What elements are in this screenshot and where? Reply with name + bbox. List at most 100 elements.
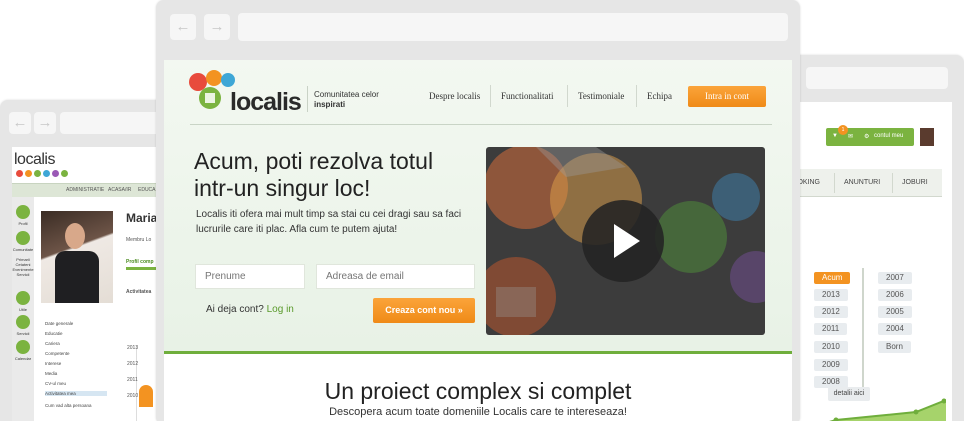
nav-item[interactable]: ADMINISTRATIE — [66, 187, 104, 193]
tab-joburi[interactable]: JOBURI — [902, 179, 928, 186]
services-icon[interactable] — [16, 315, 30, 329]
year-item[interactable]: Born — [878, 341, 911, 353]
year-item[interactable]: 2007 — [878, 272, 912, 284]
forward-arrow-icon[interactable]: → — [34, 112, 56, 134]
sidebar-label: Calendar — [14, 356, 32, 361]
menu-item[interactable]: Media — [45, 371, 57, 376]
sidebar-label: Servicii — [16, 331, 30, 336]
divider — [307, 86, 308, 112]
back-right-page: ▼ ✉ ⚙ contul meu 1 OOKING ANUNTURI JOBUR… — [792, 102, 952, 421]
timeline-divider — [862, 268, 864, 388]
tagline-bold: inspirati — [314, 100, 346, 109]
sidebar-label: Profil — [18, 221, 28, 226]
sidebar-label: Primarii Cetateni Evenimente Servicii — [12, 257, 34, 277]
year-tick: 2012 — [127, 361, 139, 367]
year-item[interactable]: 2006 — [878, 289, 912, 301]
hero-headline: Acum, poti rezolva totul intr-un singur … — [194, 148, 484, 202]
notification-badge: 1 — [838, 125, 848, 135]
year-tick: 2010 — [127, 393, 139, 399]
divider — [490, 85, 491, 107]
activity-label: Activitatea — [126, 289, 152, 295]
year-item[interactable]: 2011 — [814, 323, 848, 335]
headline-line: Acum, poti rezolva totul — [194, 148, 434, 174]
tagline: Comunitatea celor — [314, 90, 379, 99]
year-item[interactable]: 2005 — [878, 306, 912, 318]
nav-item[interactable]: EDUCA — [138, 187, 156, 193]
year-item[interactable]: 2010 — [814, 341, 848, 353]
calendar-icon[interactable] — [16, 340, 30, 354]
header-divider — [190, 124, 772, 125]
activity-line-chart — [829, 398, 946, 421]
menu-item[interactable]: Educatie — [45, 331, 63, 336]
screenshot-stage: ← → localis ADMINISTRATIE ACASA/IR EDUCA… — [0, 0, 964, 421]
year-tick: 2011 — [127, 377, 138, 383]
profile-complete: Profil comp — [126, 259, 154, 265]
first-name-field[interactable] — [195, 264, 305, 289]
back-left-page: localis ADMINISTRATIE ACASA/IR EDUCA Pro… — [12, 147, 180, 421]
nav-echipa[interactable]: Echipa — [647, 91, 672, 101]
logo-dots — [16, 170, 68, 177]
menu-item[interactable]: CV-ul meu — [45, 381, 66, 386]
notification-icon[interactable]: ▼ — [832, 133, 838, 139]
site-logo[interactable]: localis — [14, 151, 55, 169]
create-account-button[interactable]: Creaza cont nou » — [373, 298, 475, 323]
video-player[interactable] — [486, 147, 765, 335]
play-icon[interactable] — [582, 200, 664, 282]
back-right-browser: ▼ ✉ ⚙ contul meu 1 OOKING ANUNTURI JOBUR… — [792, 55, 964, 421]
nav-despre[interactable]: Despre localis — [429, 91, 480, 101]
front-browser: ← → localis Comunitatea celor inspirati … — [156, 0, 800, 421]
logo-text: localis — [230, 88, 302, 116]
nav-testimoniale[interactable]: Testimoniale — [578, 91, 624, 101]
community-icon[interactable] — [16, 231, 30, 245]
section-title: Un proiect complex si complet — [324, 378, 632, 404]
back-left-browser: ← → localis ADMINISTRATIE ACASA/IR EDUCA… — [0, 100, 180, 421]
hero-underline — [164, 351, 792, 354]
headline-line: intr-un singur loc! — [194, 175, 371, 201]
divider — [636, 85, 637, 107]
tools-icon[interactable] — [16, 291, 30, 305]
address-bar[interactable] — [806, 67, 948, 89]
back-arrow-icon[interactable]: ← — [9, 112, 31, 134]
menu-item[interactable]: Cariera — [45, 341, 60, 346]
sidebar-label: Utile — [18, 307, 27, 312]
login-prompt: Ai deja cont? Log in — [206, 304, 294, 315]
mail-icon[interactable]: ✉ — [848, 133, 853, 140]
login-button[interactable]: Intra in cont — [688, 86, 766, 107]
forward-arrow-icon[interactable]: → — [204, 14, 230, 40]
year-item-active[interactable]: Acum — [814, 272, 851, 284]
already-account-text: Ai deja cont? — [206, 304, 264, 315]
address-bar[interactable] — [60, 112, 170, 134]
divider — [567, 85, 568, 107]
menu-item[interactable]: Cum vad alta persoana — [45, 403, 92, 408]
login-link[interactable]: Log in — [267, 304, 294, 315]
year-tick: 2013 — [127, 345, 139, 351]
section-subtitle: Descopera acum toate domeniile Localis c… — [329, 406, 627, 418]
year-item[interactable]: 2004 — [878, 323, 912, 335]
member-text: Membru Lo — [126, 237, 152, 243]
menu-item[interactable]: Interese — [45, 361, 61, 366]
tab-anunturi[interactable]: ANUNTURI — [844, 179, 880, 186]
account-label[interactable]: contul meu — [874, 133, 903, 139]
nav-item[interactable]: ACASA/IR — [108, 187, 131, 193]
menu-item-active[interactable]: Activitatea mea — [45, 391, 107, 396]
sidebar-label: Comunitate — [12, 247, 34, 252]
profile-name: Maria — [126, 211, 158, 225]
main-tabs: OOKING ANUNTURI JOBURI — [792, 169, 942, 197]
top-nav: ADMINISTRATIE ACASA/IR EDUCA — [12, 183, 180, 197]
address-bar[interactable] — [238, 13, 788, 41]
menu-item[interactable]: Competente — [45, 351, 70, 356]
year-item[interactable]: 2012 — [814, 306, 848, 318]
year-item[interactable]: 2009 — [814, 359, 848, 371]
email-field[interactable] — [316, 264, 475, 289]
back-arrow-icon[interactable]: ← — [170, 14, 196, 40]
left-sidebar: Profil Comunitate Primarii Cetateni Even… — [12, 197, 34, 421]
profile-icon[interactable] — [16, 205, 30, 219]
hero-subtext: Localis iti ofera mai mult timp sa stai … — [196, 209, 462, 235]
avatar[interactable] — [920, 128, 934, 146]
nav-functionalitati[interactable]: Functionalitati — [501, 91, 554, 101]
gear-icon[interactable]: ⚙ — [864, 133, 869, 140]
profile-photo — [41, 211, 113, 303]
menu-item[interactable]: Date generale — [45, 321, 73, 326]
activity-area — [139, 385, 153, 407]
year-item[interactable]: 2013 — [814, 289, 848, 301]
